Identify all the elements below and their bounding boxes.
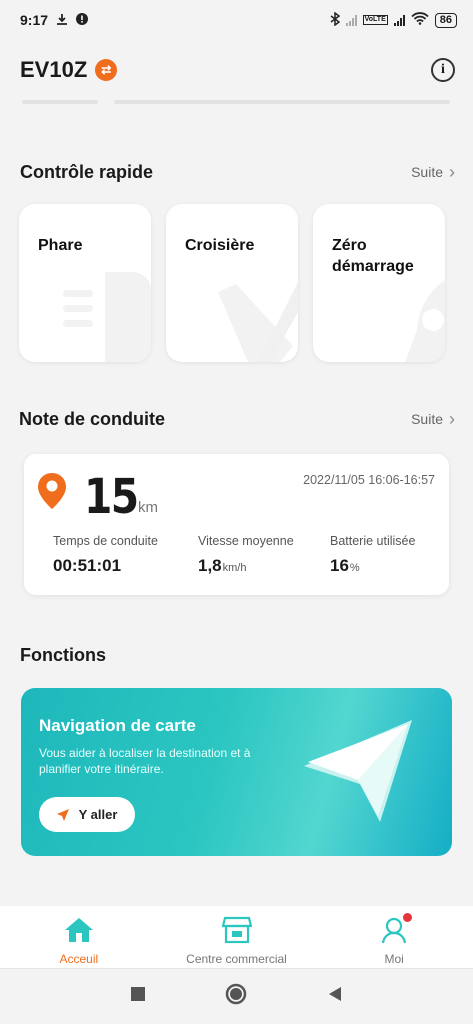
stat-unit: % bbox=[349, 562, 360, 574]
system-nav-bar bbox=[0, 968, 473, 1024]
headlight-icon bbox=[63, 272, 151, 362]
location-pin-icon bbox=[38, 473, 66, 509]
go-button-label: Y aller bbox=[78, 807, 118, 822]
section-title: Contrôle rapide bbox=[20, 161, 154, 182]
scroll-peek-card bbox=[22, 100, 98, 104]
home-button[interactable] bbox=[225, 983, 247, 1010]
volte-badge: VoLTE bbox=[362, 15, 388, 25]
status-bar: 9:17 VoLTE 86 bbox=[0, 0, 473, 40]
quick-control-header: Contrôle rapide Suite › bbox=[20, 160, 455, 184]
store-icon bbox=[221, 916, 252, 944]
navigation-arrow-icon bbox=[304, 720, 412, 822]
stat-label: Temps de conduite bbox=[53, 534, 158, 548]
ride-duration-stat: Temps de conduite 00:51:01 bbox=[53, 534, 158, 576]
quick-control-more-link[interactable]: Suite › bbox=[411, 163, 455, 181]
signal-icon bbox=[393, 14, 405, 26]
section-title: Note de conduite bbox=[19, 408, 166, 429]
battery-indicator: 86 bbox=[434, 12, 457, 28]
tab-label: Centre commercial bbox=[186, 952, 287, 966]
signal-icon bbox=[345, 14, 357, 26]
navigation-arrow-icon bbox=[56, 808, 69, 821]
card-label: Phare bbox=[38, 237, 83, 254]
stat-value: 00:51:01 bbox=[53, 556, 122, 575]
status-time: 9:17 bbox=[20, 12, 49, 28]
chevron-right-icon: › bbox=[449, 162, 455, 182]
tab-home[interactable]: Acceuil bbox=[0, 906, 158, 968]
chevron-right-icon: › bbox=[449, 409, 455, 429]
cruise-icon bbox=[218, 282, 298, 362]
go-button[interactable]: Y aller bbox=[39, 797, 135, 832]
headlight-card[interactable]: Phare bbox=[19, 204, 151, 362]
functions-header: Fonctions bbox=[20, 643, 455, 667]
home-icon bbox=[64, 918, 93, 942]
app-header: EV10Z ⇄ i bbox=[0, 40, 473, 100]
tab-store[interactable]: Centre commercial bbox=[158, 906, 316, 968]
map-navigation-card[interactable]: Navigation de carte Vous aider à localis… bbox=[21, 688, 452, 856]
distance-unit: km bbox=[138, 499, 158, 516]
stat-unit: km/h bbox=[222, 562, 247, 574]
stat-label: Batterie utilisée bbox=[330, 534, 416, 548]
driving-note-header: Note de conduite Suite › bbox=[19, 407, 455, 431]
nav-card-description: Vous aider à localiser la destination et… bbox=[39, 746, 251, 776]
more-label: Suite bbox=[411, 164, 443, 180]
recent-apps-button[interactable] bbox=[130, 986, 146, 1007]
notification-dot bbox=[403, 913, 413, 922]
more-label: Suite bbox=[411, 411, 443, 427]
device-name: EV10Z bbox=[20, 57, 88, 82]
info-icon[interactable]: i bbox=[431, 58, 455, 82]
rocket-icon bbox=[405, 280, 445, 362]
stat-value: 16 bbox=[330, 556, 349, 575]
card-label: Zéro démarrage bbox=[332, 237, 414, 275]
latest-ride-card[interactable]: 15 km 2022/11/05 16:06-16:57 Temps de co… bbox=[24, 454, 449, 595]
stat-value: 1,8 bbox=[198, 556, 222, 575]
scroll-peek-card bbox=[114, 100, 450, 104]
download-icon bbox=[56, 12, 68, 28]
stat-label: Vitesse moyenne bbox=[198, 534, 294, 548]
section-title: Fonctions bbox=[20, 644, 106, 665]
ride-distance: 15 bbox=[84, 469, 139, 525]
alert-icon bbox=[76, 12, 89, 28]
tab-label: Acceuil bbox=[59, 952, 99, 966]
card-label: Croisière bbox=[185, 237, 255, 254]
cruise-card[interactable]: Croisière bbox=[166, 204, 298, 362]
switch-device-icon[interactable]: ⇄ bbox=[95, 59, 118, 81]
tab-label: Moi bbox=[384, 952, 404, 966]
ride-datetime: 2022/11/05 16:06-16:57 bbox=[303, 473, 435, 487]
avg-speed-stat: Vitesse moyenne 1,8km/h bbox=[198, 534, 294, 576]
battery-used-stat: Batterie utilisée 16% bbox=[330, 534, 415, 576]
zero-start-card[interactable]: Zéro démarrage bbox=[313, 204, 445, 362]
driving-note-more-link[interactable]: Suite › bbox=[411, 410, 455, 428]
wifi-icon bbox=[411, 12, 429, 28]
nav-card-title: Navigation de carte bbox=[39, 716, 196, 735]
back-button[interactable] bbox=[327, 986, 343, 1007]
bottom-tab-bar: Acceuil Centre commercial Moi bbox=[0, 906, 473, 968]
tab-me[interactable]: Moi bbox=[315, 906, 473, 968]
bluetooth-icon bbox=[330, 11, 340, 29]
